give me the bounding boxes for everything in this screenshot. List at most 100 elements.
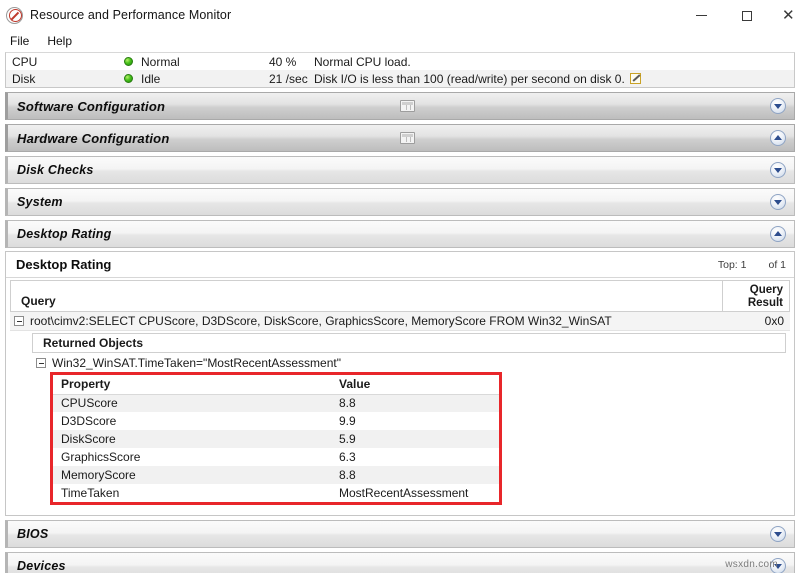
section-title: Hardware Configuration <box>17 130 170 146</box>
chevron-down-icon[interactable] <box>770 194 786 210</box>
property-table-body: CPUScore 8.8 D3DScore 9.9 DiskScore 5.9 <box>53 394 499 502</box>
status-state-label: Normal <box>141 54 180 69</box>
query-table-header: Query Query Result <box>10 280 790 312</box>
table-grid-icon <box>400 132 415 144</box>
chevron-down-icon[interactable] <box>770 98 786 114</box>
property-table-header-row: Property Value <box>53 375 499 395</box>
section-header-system[interactable]: System <box>5 188 795 216</box>
note-edit-icon[interactable] <box>629 73 641 84</box>
query-result-line1: Query <box>749 284 783 296</box>
status-component: Disk <box>12 71 36 86</box>
panel-footer-spacer <box>6 509 794 515</box>
chevron-glyph <box>774 168 782 173</box>
returned-object-label: Win32_WinSAT.TimeTaken="MostRecentAssess… <box>52 355 341 370</box>
panel-pagination: Top: 1 of 1 <box>718 259 786 271</box>
query-statement: root\cimv2:SELECT CPUScore, D3DScore, Di… <box>30 314 612 328</box>
chevron-glyph <box>774 532 782 537</box>
chevron-down-icon[interactable] <box>770 162 786 178</box>
property-name: GraphicsScore <box>61 450 141 464</box>
property-name: MemoryScore <box>61 468 136 482</box>
property-value: 9.9 <box>339 414 356 428</box>
status-value: 40 % <box>269 54 297 69</box>
status-value: 21 /sec <box>269 71 308 86</box>
table-row[interactable]: TimeTaken MostRecentAssessment <box>53 484 499 502</box>
column-header-value: Value <box>331 375 499 395</box>
status-state-cell: Normal <box>124 55 269 69</box>
section-title: System <box>17 195 63 209</box>
tree-collapse-icon[interactable] <box>14 316 24 326</box>
chevron-glyph <box>774 104 782 109</box>
property-value: 5.9 <box>339 432 356 446</box>
application-window: Resource and Performance Monitor ✕ File … <box>0 0 800 573</box>
status-description-cell: Disk I/O is less than 100 (read/write) p… <box>314 72 794 86</box>
status-state-cell: Idle <box>124 72 269 86</box>
property-name: CPUScore <box>61 396 118 411</box>
window-controls: ✕ <box>678 0 800 31</box>
property-name: TimeTaken <box>61 486 120 500</box>
property-table-head: Property Value <box>53 375 499 395</box>
tree-collapse-icon[interactable] <box>36 357 46 368</box>
status-description: Normal CPU load. <box>314 54 411 69</box>
top-count-label: Top: 1 <box>717 258 747 271</box>
section-title: Desktop Rating <box>17 227 112 241</box>
query-row[interactable]: root\cimv2:SELECT CPUScore, D3DScore, Di… <box>10 312 790 331</box>
close-icon: ✕ <box>782 6 795 24</box>
property-name: DiskScore <box>61 432 116 446</box>
minimize-icon <box>695 15 707 16</box>
table-grid-icon <box>400 100 415 112</box>
maximize-button[interactable] <box>724 0 770 31</box>
title-bar: Resource and Performance Monitor ✕ <box>0 0 800 31</box>
table-row[interactable]: D3DScore 9.9 <box>53 412 499 430</box>
returned-object-row[interactable]: Win32_WinSAT.TimeTaken="MostRecentAssess… <box>32 353 786 372</box>
menu-item-help[interactable]: Help <box>45 33 74 49</box>
column-header-query: Query <box>11 281 723 311</box>
section-header-software-configuration[interactable]: Software Configuration <box>5 92 795 120</box>
section-title: BIOS <box>17 527 49 541</box>
table-row[interactable]: CPUScore 8.8 <box>53 394 499 412</box>
window-title: Resource and Performance Monitor <box>30 8 232 22</box>
property-value: 8.8 <box>339 468 356 482</box>
chevron-up-icon[interactable] <box>770 130 786 146</box>
property-name: D3DScore <box>61 414 117 428</box>
desktop-rating-panel: Desktop Rating Top: 1 of 1 Query Query R… <box>5 251 795 516</box>
minimize-button[interactable] <box>678 0 724 31</box>
property-value: MostRecentAssessment <box>339 486 469 500</box>
table-row[interactable]: Disk Idle 21 /sec Disk I/O is less than … <box>6 70 794 87</box>
no-entry-icon <box>6 6 23 24</box>
status-state-label: Idle <box>141 71 161 86</box>
query-result-value: 0x0 <box>764 314 784 328</box>
section-header-bios[interactable]: BIOS <box>5 520 795 548</box>
property-value: 6.3 <box>339 450 356 464</box>
returned-objects-header: Returned Objects <box>32 333 786 353</box>
chevron-down-icon[interactable] <box>770 526 786 542</box>
column-header-query-result: Query Result <box>723 281 789 311</box>
section-header-disk-checks[interactable]: Disk Checks <box>5 156 795 184</box>
returned-objects-block: Returned Objects Win32_WinSAT.TimeTaken=… <box>32 333 786 505</box>
status-component: CPU <box>12 54 38 69</box>
close-button[interactable]: ✕ <box>770 0 800 31</box>
table-row[interactable]: GraphicsScore 6.3 <box>53 448 499 466</box>
status-description-cell: Normal CPU load. <box>314 55 794 69</box>
property-table-highlight: Property Value CPUScore 8.8 D3DScore 9.9… <box>50 372 502 505</box>
column-header-property: Property <box>53 375 331 395</box>
query-text-cell: root\cimv2:SELECT CPUScore, D3DScore, Di… <box>10 314 724 328</box>
section-header-devices[interactable]: Devices <box>5 552 795 573</box>
section-title: Disk Checks <box>17 163 94 177</box>
table-row[interactable]: MemoryScore 8.8 <box>53 466 499 484</box>
status-description: Disk I/O is less than 100 (read/write) p… <box>314 71 625 86</box>
menu-bar: File Help <box>0 31 800 51</box>
status-led-icon <box>124 57 133 66</box>
section-title: Devices <box>17 559 66 573</box>
section-header-desktop-rating[interactable]: Desktop Rating <box>5 220 795 248</box>
query-table: Query Query Result root\cimv2:SELECT CPU… <box>10 280 790 505</box>
table-row[interactable]: CPU Normal 40 % Normal CPU load. <box>6 53 794 70</box>
menu-item-file[interactable]: File <box>8 33 31 49</box>
chevron-glyph <box>774 231 782 236</box>
resource-status-table: CPU Normal 40 % Normal CPU load. Disk Id… <box>5 52 795 88</box>
table-row[interactable]: DiskScore 5.9 <box>53 430 499 448</box>
desktop-rating-panel-header: Desktop Rating Top: 1 of 1 <box>6 252 794 278</box>
property-table: Property Value CPUScore 8.8 D3DScore 9.9… <box>53 375 499 502</box>
section-header-hardware-configuration[interactable]: Hardware Configuration <box>5 124 795 152</box>
chevron-up-icon[interactable] <box>770 226 786 242</box>
maximize-icon <box>742 10 752 21</box>
